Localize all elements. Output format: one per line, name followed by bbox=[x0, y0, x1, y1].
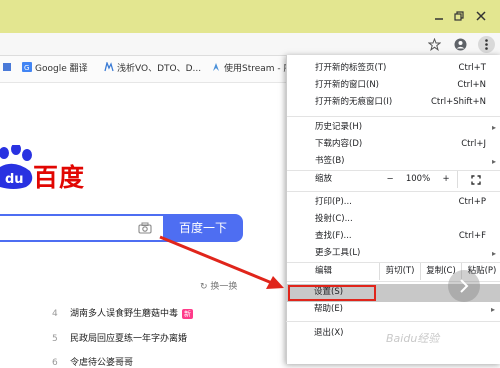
star-icon[interactable] bbox=[427, 37, 442, 52]
bookmark-item-google-translate[interactable]: G Google 翻译 bbox=[22, 62, 88, 76]
menu-item-find[interactable]: 查找(F)... Ctrl+F bbox=[287, 228, 500, 245]
hot-title: 民政局回应夏练一年字办离婚 bbox=[70, 334, 188, 344]
hot-rank: 6 bbox=[52, 358, 58, 368]
menu-label: 查找(F)... bbox=[315, 231, 352, 241]
menu-label: 投射(C)... bbox=[315, 214, 353, 224]
menu-item-downloads[interactable]: 下载内容(D) Ctrl+J bbox=[287, 136, 500, 153]
more-menu-icon[interactable] bbox=[478, 36, 495, 53]
hot-rank: 4 bbox=[52, 309, 58, 319]
zoom-out-button[interactable]: − bbox=[379, 171, 401, 188]
minimize-icon[interactable] bbox=[432, 10, 446, 22]
bookmark-icon bbox=[211, 62, 221, 72]
hot-item[interactable]: 5 民政局回应夏练一年字办离婚 bbox=[52, 331, 187, 344]
menu-item-cast[interactable]: 投射(C)... bbox=[287, 211, 500, 228]
close-icon[interactable] bbox=[474, 10, 488, 22]
menu-label: 打开新的窗口(N) bbox=[315, 80, 379, 90]
hot-rank: 5 bbox=[52, 334, 58, 344]
menu-label: 下载内容(D) bbox=[315, 139, 363, 149]
menu-item-help[interactable]: 帮助(E) ▸ bbox=[286, 301, 500, 318]
settings-highlight-box bbox=[288, 285, 376, 301]
zoom-label: 缩放 bbox=[315, 174, 333, 184]
chevron-right-icon: ▸ bbox=[490, 305, 495, 314]
menu-divider bbox=[287, 116, 500, 117]
chevron-right-icon: ▸ bbox=[491, 249, 496, 258]
cut-button[interactable]: 剪切(T) bbox=[379, 263, 420, 280]
chevron-right-icon: ▸ bbox=[491, 157, 496, 166]
menu-shortcut: Ctrl+Shift+N bbox=[430, 97, 486, 107]
bookmark-label: 浅析VO、DTO、D... bbox=[117, 64, 202, 74]
scroll-next-button[interactable] bbox=[448, 270, 480, 302]
profile-avatar-icon[interactable] bbox=[454, 38, 467, 51]
menu-item-more-tools[interactable]: 更多工具(L) ▸ bbox=[287, 245, 500, 262]
bookmark-item-vo-dto[interactable]: 浅析VO、DTO、D... bbox=[104, 60, 202, 76]
bookmark-item[interactable] bbox=[2, 62, 15, 76]
menu-item-history[interactable]: 历史记录(H) ▸ bbox=[287, 119, 500, 136]
watermark: Baidu经验 bbox=[386, 332, 440, 345]
bookmark-icon bbox=[104, 60, 114, 72]
menu-item-bookmarks[interactable]: 书签(B) ▸ bbox=[287, 153, 500, 170]
menu-item-new-tab[interactable]: 打开新的标签页(T) Ctrl+T bbox=[287, 60, 500, 77]
browser-toolbar bbox=[0, 33, 500, 56]
google-translate-icon: G bbox=[22, 62, 32, 72]
menu-item-new-window[interactable]: 打开新的窗口(N) Ctrl+N bbox=[287, 77, 500, 94]
hot-title: 令虐待公婆哥哥 bbox=[70, 358, 134, 368]
zoom-level: 100% bbox=[405, 174, 431, 184]
refresh-link[interactable]: ↻ 换一换 bbox=[200, 279, 237, 292]
menu-label: 帮助(E) bbox=[314, 304, 344, 314]
fullscreen-icon[interactable] bbox=[465, 171, 487, 188]
menu-label: 打开新的标签页(T) bbox=[315, 63, 387, 73]
svg-text:G: G bbox=[24, 64, 29, 72]
bookmark-item-stream[interactable]: 使用Stream - 廖 bbox=[211, 62, 293, 76]
menu-divider bbox=[286, 321, 500, 322]
menu-item-print[interactable]: 打印(P)... Ctrl+P bbox=[287, 194, 500, 211]
search-button[interactable]: 百度一下 bbox=[163, 214, 243, 242]
menu-label: 打印(P)... bbox=[315, 197, 352, 207]
zoom-in-button[interactable]: + bbox=[435, 171, 458, 188]
bookmark-label: 使用Stream - 廖 bbox=[224, 64, 293, 74]
translate-icon bbox=[2, 62, 12, 72]
menu-divider bbox=[287, 191, 500, 192]
menu-shortcut: Ctrl+P bbox=[458, 197, 486, 207]
baidu-logo-text: 百度 bbox=[33, 163, 86, 192]
refresh-label: 换一换 bbox=[210, 282, 238, 292]
menu-item-new-incognito[interactable]: 打开新的无痕窗口(I) Ctrl+Shift+N bbox=[287, 94, 500, 111]
chevron-right-icon: ▸ bbox=[491, 123, 496, 132]
new-badge: 新 bbox=[182, 309, 194, 319]
hot-item[interactable]: 6 令虐待公婆哥哥 bbox=[52, 355, 133, 368]
menu-shortcut: Ctrl+N bbox=[457, 80, 486, 90]
bookmark-label: Google 翻译 bbox=[35, 64, 88, 74]
hot-item[interactable]: 4 湖南多人误食野生蘑菇中毒新 bbox=[52, 306, 194, 319]
edit-label: 编辑 bbox=[315, 266, 333, 276]
baidu-paw-icon: du bbox=[0, 145, 33, 189]
menu-label: 退出(X) bbox=[314, 328, 344, 338]
menu-label: 历史记录(H) bbox=[315, 122, 363, 132]
title-bar bbox=[0, 0, 500, 33]
menu-shortcut: Ctrl+T bbox=[458, 63, 486, 73]
menu-shortcut: Ctrl+F bbox=[458, 231, 486, 241]
refresh-icon: ↻ bbox=[200, 282, 211, 292]
menu-label: 书签(B) bbox=[315, 156, 345, 166]
camera-icon[interactable] bbox=[138, 222, 152, 234]
restore-icon[interactable] bbox=[452, 10, 466, 22]
zoom-row: 缩放 − 100% + bbox=[287, 171, 500, 188]
svg-text:du: du bbox=[5, 172, 24, 187]
menu-shortcut: Ctrl+J bbox=[461, 139, 486, 149]
hot-title: 湖南多人误食野生蘑菇中毒 bbox=[70, 309, 179, 319]
menu-label: 打开新的无痕窗口(I) bbox=[315, 97, 393, 107]
menu-label: 更多工具(L) bbox=[315, 248, 361, 258]
